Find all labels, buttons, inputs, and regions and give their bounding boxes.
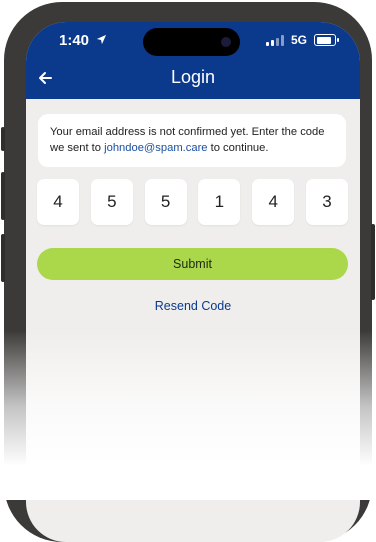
code-input-group: 4 5 5 1 4 3 [37,179,348,225]
submit-button[interactable]: Submit [37,248,348,280]
code-digit-6[interactable]: 3 [305,179,348,225]
volume-button-down [1,234,5,282]
code-digit-1[interactable]: 4 [37,179,79,225]
screen: 1:40 5G Login Your email address is not … [26,22,360,542]
code-digit-4[interactable]: 1 [198,179,241,225]
email-address: johndoe@spam.care [104,142,208,154]
status-time-text: 1:40 [59,32,90,49]
status-time: 1:40 [59,32,107,49]
page-title: Login [170,67,216,87]
volume-button-up [1,172,5,220]
phone-frame: 1:40 5G Login Your email address is not … [1,2,375,542]
battery-icon [314,34,339,46]
code-digit-5[interactable]: 4 [252,179,295,225]
location-arrow-icon [97,34,107,45]
message-text-end: to continue. [207,142,269,154]
power-button [371,224,375,300]
confirmation-message: Your email address is not confirmed yet.… [38,114,346,167]
dynamic-island [143,28,240,56]
code-digit-3[interactable]: 5 [144,179,187,225]
app-bar: 1:40 5G Login [26,22,360,99]
side-button-left [1,127,5,151]
signal-icon [265,34,284,46]
camera-icon [221,37,231,47]
status-icons: 5G [265,33,339,47]
code-digit-2[interactable]: 5 [90,179,133,225]
resend-code-link[interactable]: Resend Code [26,299,360,313]
network-label: 5G [290,33,307,47]
